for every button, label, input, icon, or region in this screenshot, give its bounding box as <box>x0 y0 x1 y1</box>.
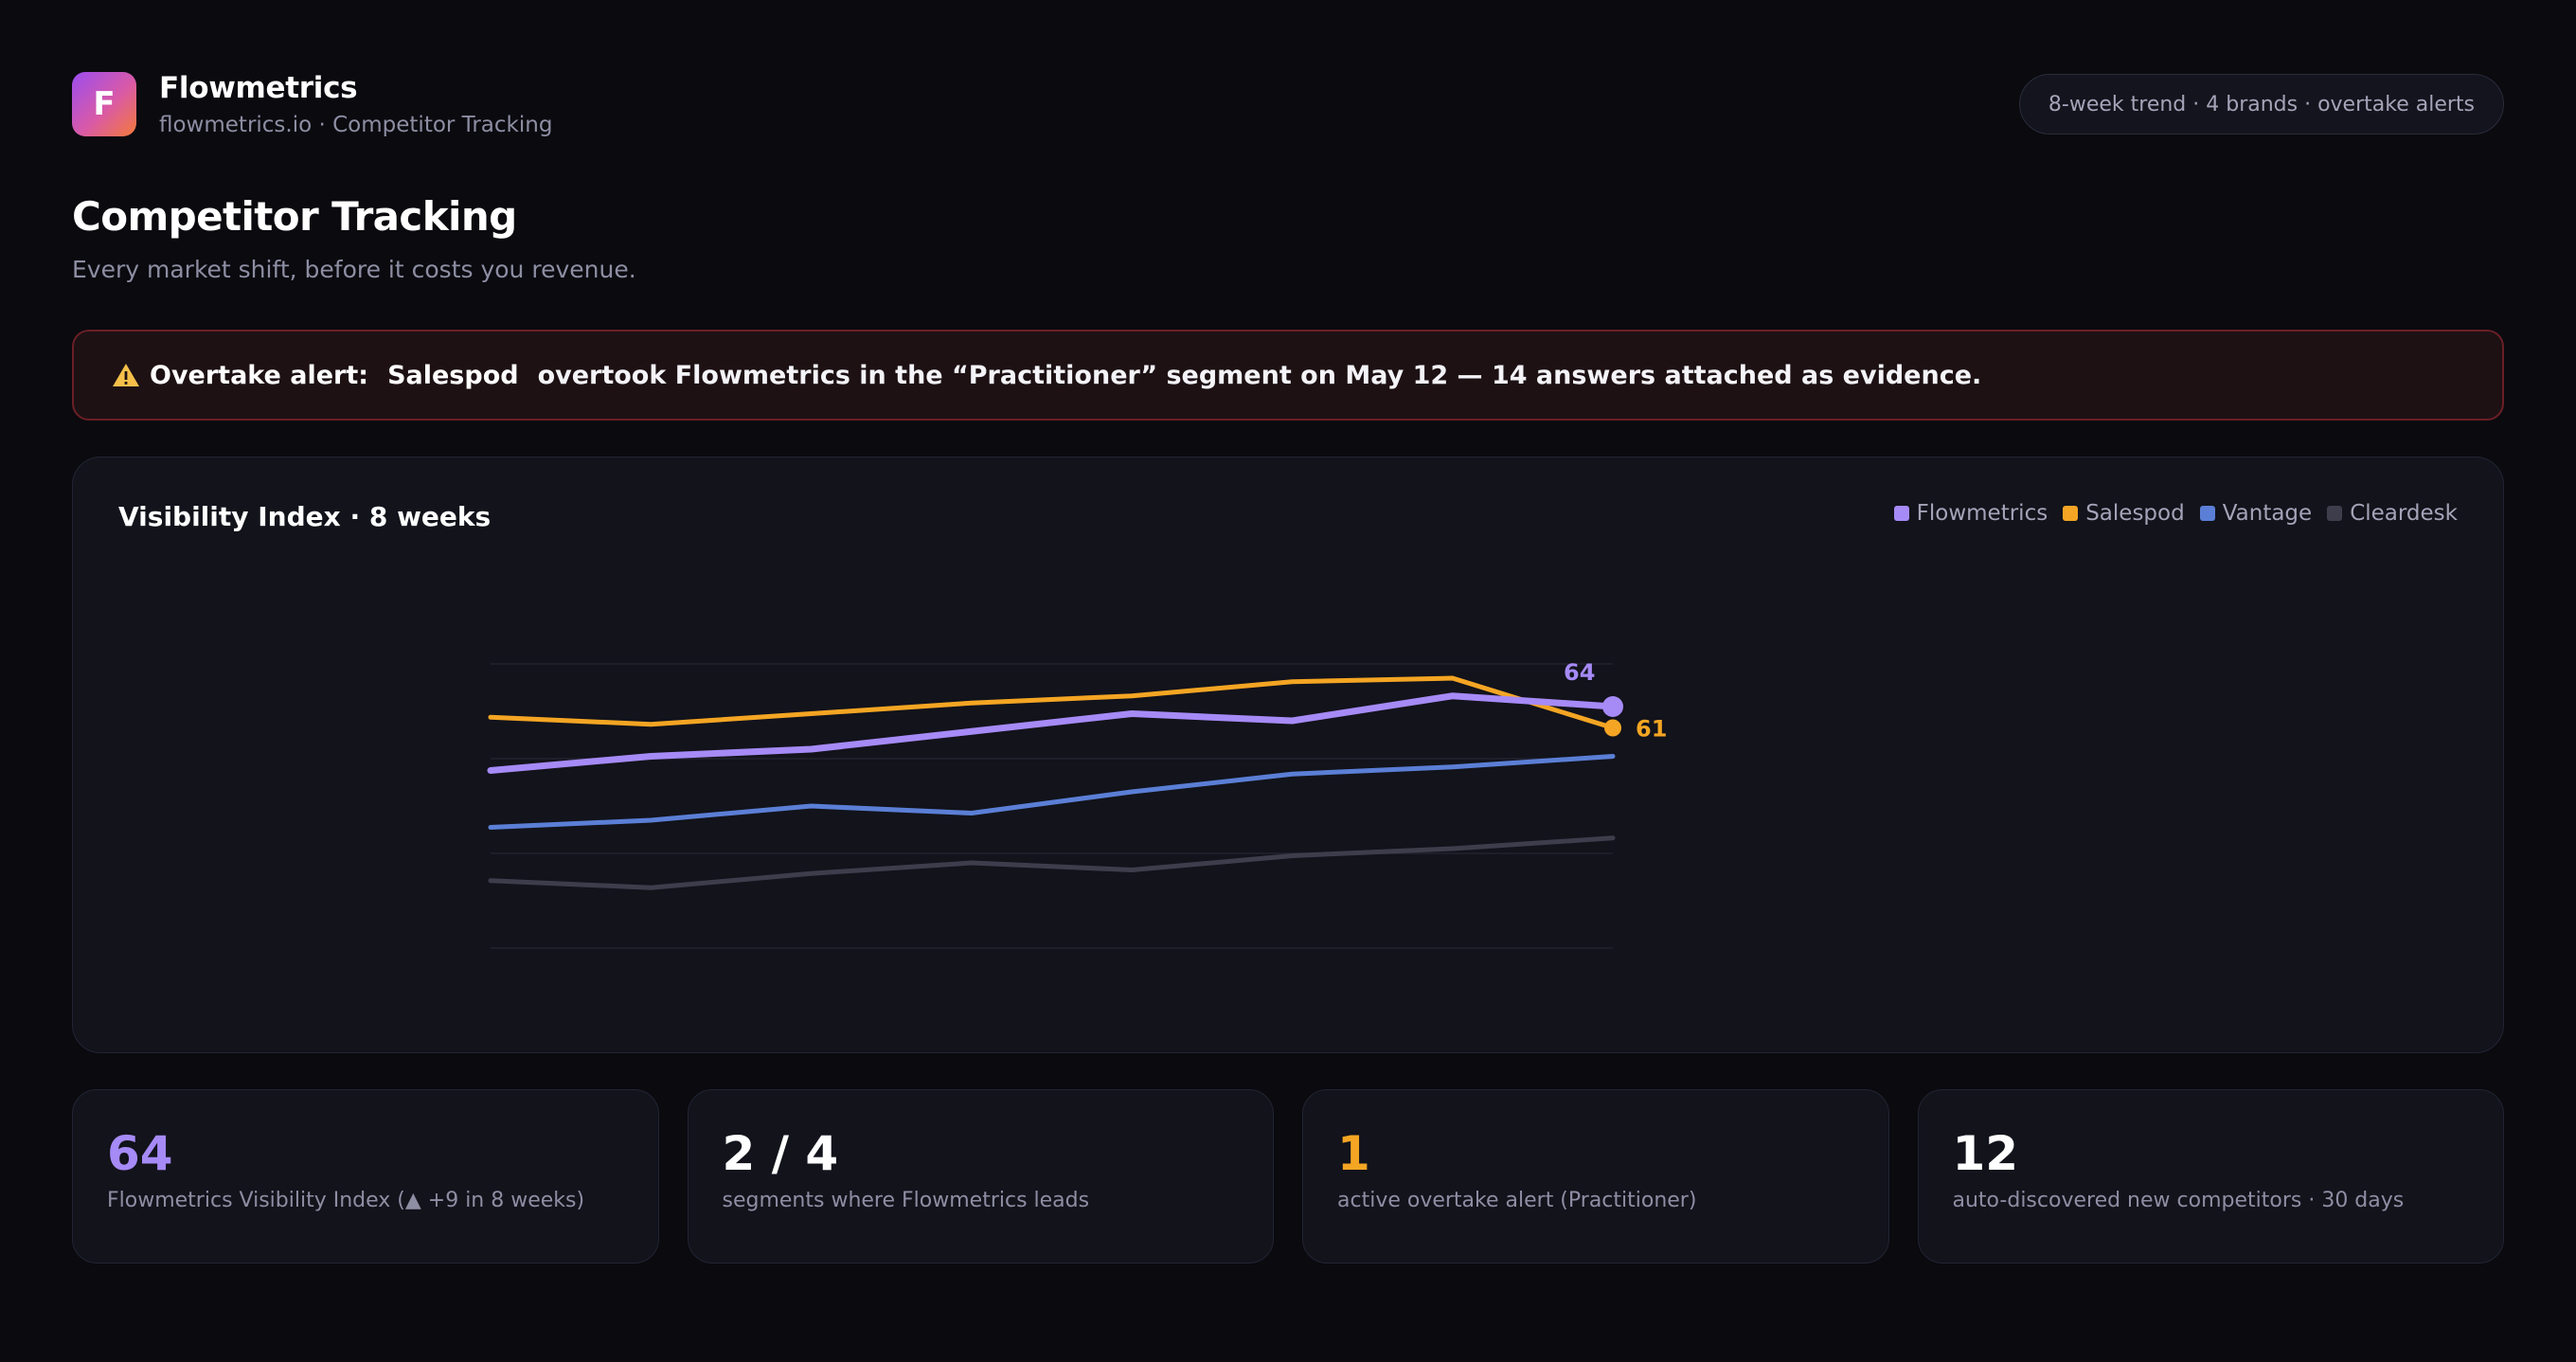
stat-label: segments where Flowmetrics leads <box>722 1189 1090 1212</box>
end-label-salespod: 61 <box>1636 716 1667 743</box>
data-point-salespod[interactable] <box>1604 719 1621 737</box>
stat-value: 1 <box>1337 1126 1370 1181</box>
stat-card[interactable]: 2 / 4 segments where Flowmetrics leads <box>687 1089 1274 1263</box>
logo[interactable]: F <box>72 72 136 136</box>
overtake-alert-banner[interactable]: Overtake alert: Salespod overtook Flowme… <box>72 330 2504 421</box>
visibility-line-chart: 61 64 <box>487 659 1667 949</box>
stat-card[interactable]: 64 Flowmetrics Visibility Index (▲ +9 in … <box>72 1089 659 1263</box>
stat-label: auto-discovered new competitors · 30 day… <box>1952 1189 2405 1212</box>
alert-brand: Salespod <box>387 360 519 390</box>
stat-value: 2 / 4 <box>722 1126 839 1181</box>
stat-label: active overtake alert (Practitioner) <box>1337 1189 1697 1212</box>
end-label-flowmetrics: 64 <box>1564 659 1595 686</box>
stat-value: 64 <box>107 1126 173 1181</box>
stat-card[interactable]: 12 auto-discovered new competitors · 30 d… <box>1917 1089 2504 1263</box>
series-line-cleardesk[interactable] <box>488 835 1616 890</box>
page-title: Competitor Tracking <box>72 193 517 240</box>
stat-label: Flowmetrics Visibility Index (▲ +9 in 8 … <box>107 1189 585 1212</box>
visibility-chart-card: Visibility Index · 8 weeks Flowmetrics Sa… <box>72 457 2504 1053</box>
trend-summary-pill: 8-week trend · 4 brands · overtake alert… <box>2018 74 2504 134</box>
header: F Flowmetrics flowmetrics.io · Competito… <box>72 68 2504 140</box>
brand-subtitle: flowmetrics.io · Competitor Tracking <box>159 113 553 137</box>
series-line-vantage[interactable] <box>488 754 1616 830</box>
stat-card[interactable]: 1 active overtake alert (Practitioner) <box>1302 1089 1889 1263</box>
page-subtitle: Every market shift, before it costs you … <box>72 256 636 283</box>
brand-name: Flowmetrics <box>159 71 358 105</box>
warning-icon <box>113 364 139 386</box>
stat-value: 12 <box>1952 1126 2019 1181</box>
brand[interactable]: F Flowmetrics flowmetrics.io · Competito… <box>72 71 552 137</box>
page: F Flowmetrics flowmetrics.io · Competito… <box>0 0 2576 1362</box>
data-point-flowmetrics[interactable] <box>1602 696 1623 717</box>
stats-row: 64 Flowmetrics Visibility Index (▲ +9 in … <box>72 1089 2504 1263</box>
brand-text: Flowmetrics flowmetrics.io · Competitor … <box>159 71 552 137</box>
alert-prefix: Overtake alert: <box>150 360 369 390</box>
alert-message: overtook Flowmetrics in the “Practitione… <box>537 360 1982 390</box>
